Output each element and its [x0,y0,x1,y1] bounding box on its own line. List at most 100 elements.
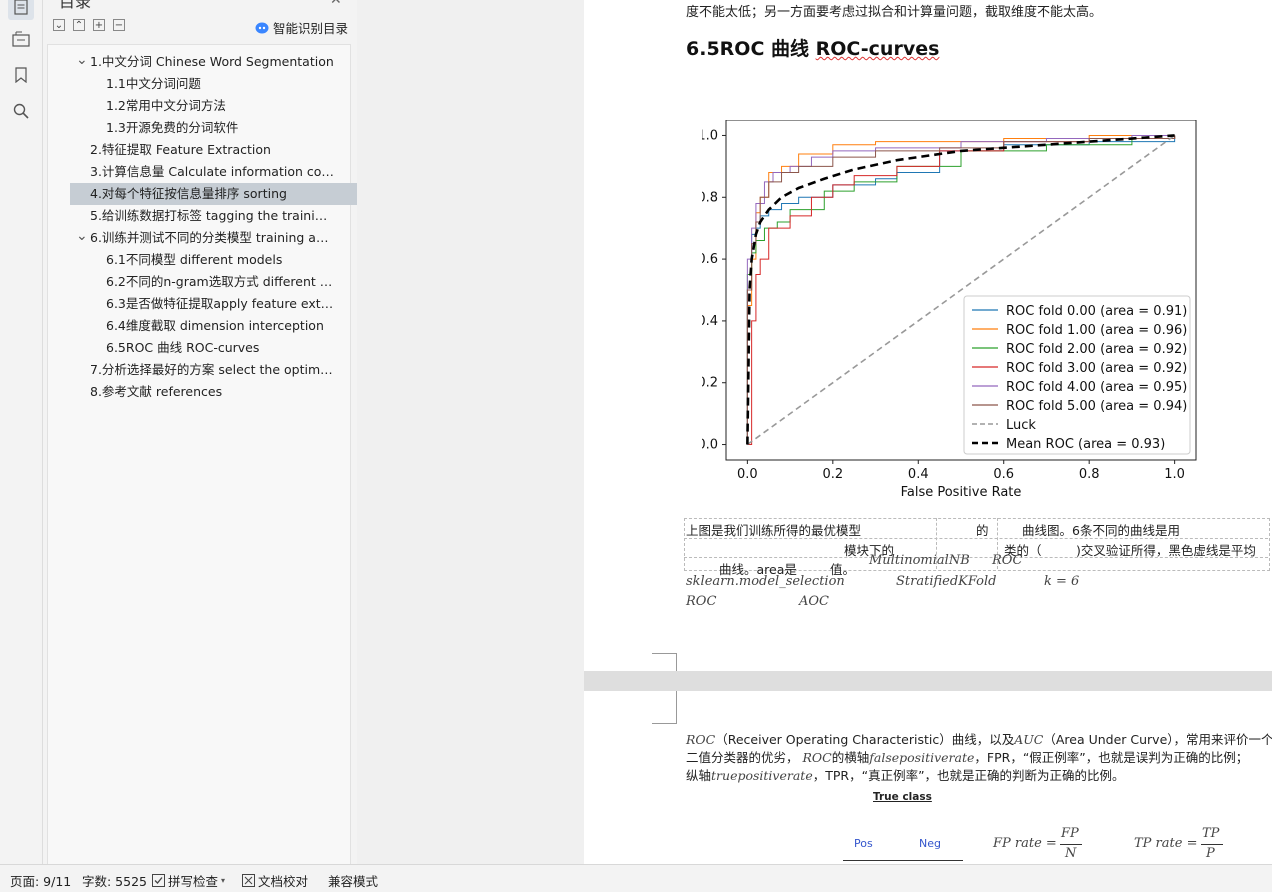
paragraph-line: 度不能太低；另一方面要考虑过拟合和计算量问题，截取维度不能太高。 [686,5,1103,20]
x-axis-label: False Positive Rate [901,485,1022,500]
math-text: AOC [799,594,829,609]
dropdown-arrow-icon: ▾ [221,876,226,885]
tp-numerator: TP [1202,826,1220,841]
math-text: ROC [686,594,717,609]
toc-item[interactable]: 8.参考文献 references [90,381,334,403]
close-icon[interactable]: ✕ [330,0,342,8]
x-tick-label: 0.6 [993,467,1014,482]
toc-item[interactable]: 6.3是否做特征提取apply feature extrac ... [106,293,334,315]
toc-item[interactable]: 3.计算信息量 Calculate information cont ... [90,161,334,183]
bookmark-icon[interactable] [8,62,34,88]
section-heading: 6.5ROC 曲线 ROC-curves [686,34,939,61]
proofread-label: 文档校对 [258,874,309,889]
tp-rate-label: TP rate = [1134,836,1198,851]
math-text: falsepositiverate [869,750,975,765]
add-heading-icon[interactable]: + [93,19,105,31]
toc-item[interactable]: 6.训练并测试不同的分类模型 training and ... [90,227,334,249]
toc-item[interactable]: 5.给训练数据打标签 tagging the training ... [90,205,334,227]
chart-title-clip [686,98,1272,122]
smart-toc-label: 智能识别目录 [273,21,349,36]
caption-text: 上图是我们训练所得的最优模型 [686,523,862,538]
paragraph-line: ROC（Receiver Operating Characteristic）曲线… [686,729,1272,748]
toc-panel-icon[interactable] [8,0,34,20]
caption-text: 的 [976,523,989,538]
document-page-1: 度不能太低；另一方面要考虑过拟合和计算量问题，截取维度不能太高。 6.5ROC … [584,0,1272,671]
fraction-bar [1201,844,1223,845]
toc-item[interactable]: 6.5ROC 曲线 ROC-curves [106,337,334,359]
document-page-2: ROC（Receiver Operating Characteristic）曲线… [584,691,1272,864]
y-tick-label: 0.6 [702,252,718,267]
toc-item[interactable]: 1.中文分词 Chinese Word Segmentation [90,51,334,73]
math-text: truepositiverate [711,768,813,783]
toc-title: 目录 [59,0,92,11]
page-indicator[interactable]: 页面: 9/11 [10,871,71,890]
chapter-icon[interactable] [8,26,34,52]
smart-toc-button[interactable]: 智能识别目录 [255,18,348,37]
paragraph-line: 纵轴truepositiverate，TPR，“真正例率”，也就是正确的判断为正… [686,765,1125,784]
paragraph-text: （Area Under Curve），常用来评价一个 [1043,732,1272,747]
y-tick-label: 1.0 [702,128,718,143]
legend-label: ROC fold 2.00 (area = 0.92) [1006,342,1187,357]
math-text: ROC [686,732,716,747]
confusion-table-top [843,860,963,861]
legend-label: Luck [1006,418,1036,433]
math-text: k = 6 [1044,574,1080,589]
pos-label: Pos [854,837,873,850]
proofread-button[interactable]: 文档校对 [242,871,308,890]
toc-list: 1.中文分词 Chinese Word Segmentation ⌄ 1.1中文分词… [47,44,360,866]
toc-item[interactable]: 6.2不同的n-gram选取方式 different n- ... [106,271,334,293]
toc-item[interactable]: 2.特征提取 Feature Extraction [90,139,334,161]
expand-down-icon[interactable]: ⌄ [53,19,65,31]
y-tick-label: 0.4 [702,314,718,329]
x-tick-label: 0.8 [1079,467,1100,482]
page-corner-mark [652,653,677,671]
toc-item[interactable]: 1.3开源免费的分词软件 [106,117,334,139]
toc-item[interactable]: 1.1中文分词问题 [106,73,334,95]
spell-check-button[interactable]: 拼写检查 ▾ [152,871,225,890]
toc-item[interactable]: 7.分析选择最好的方案 select the optimal ... [90,359,334,381]
legend-label: ROC fold 1.00 (area = 0.96) [1006,323,1187,338]
checkbox-icon [152,874,165,887]
workspace-background [357,0,584,864]
legend-label: ROC fold 4.00 (area = 0.95) [1006,380,1187,395]
legend-label: Mean ROC (area = 0.93) [1006,437,1165,452]
toc-item[interactable]: 6.1不同模型 different models [106,249,334,271]
math-text: StratifiedKFold [896,574,997,589]
toc-toolbar: ⌄ ⌃ + − [53,19,125,35]
roc-chart: 0.0 0.2 0.4 0.6 0.8 1.0 0.0 0.2 0.4 0.6 0.8 1.0 Fals… [702,120,1197,500]
paragraph-text: 的横轴 [831,750,870,765]
legend-label: ROC fold 3.00 (area = 0.92) [1006,361,1187,376]
paragraph-text: 纵轴 [686,768,712,783]
collapse-up-icon[interactable]: ⌃ [73,19,85,31]
page-separator [584,671,1272,691]
fp-numerator: FP [1061,826,1079,841]
ai-cloud-icon [255,22,269,33]
word-count[interactable]: 字数: 5525 [82,871,147,890]
tp-denominator: P [1206,846,1215,861]
fp-rate-label: FP rate = [993,836,1057,851]
math-text: ROC [992,553,1023,568]
toc-item[interactable]: 1.2常用中文分词方法 [106,95,334,117]
x-tick-label: 0.4 [908,467,929,482]
math-text: sklearn.model_selection [686,574,845,589]
toc-item[interactable]: 6.4维度截取 dimension interception [106,315,334,337]
expand-chevron-icon[interactable]: ⌄ [76,53,88,67]
fraction-bar [1060,844,1082,845]
x-tick-label: 0.2 [822,467,843,482]
compat-mode-label[interactable]: 兼容模式 [328,871,378,890]
math-text: AUC [1014,732,1044,747]
proofread-icon [242,874,255,887]
paragraph-line: 二值分类器的优劣， ROC的横轴falsepositiverate，FPR，“假… [686,747,1248,766]
toc-panel: 目录 ✕ ⌄ ⌃ + − 智能识别目录 1.中文分词 Chinese Word … [43,0,360,866]
expand-chevron-icon[interactable]: ⌄ [76,229,88,243]
remove-heading-icon[interactable]: − [113,19,125,31]
paragraph-text: ，FPR，“假正例率”，也就是误判为正确的比例； [974,750,1249,765]
y-tick-label: 0.8 [702,190,718,205]
search-icon[interactable] [8,98,34,124]
legend-label: ROC fold 5.00 (area = 0.94) [1006,399,1187,414]
page-corner-mark [652,691,677,724]
legend-label: ROC fold 0.00 (area = 0.91) [1006,304,1187,319]
math-text: ROC [802,750,832,765]
heading-text-spellcheck: ROC-curves [815,38,940,60]
toc-item[interactable]: 4.对每个特征按信息量排序 sorting [70,183,360,205]
